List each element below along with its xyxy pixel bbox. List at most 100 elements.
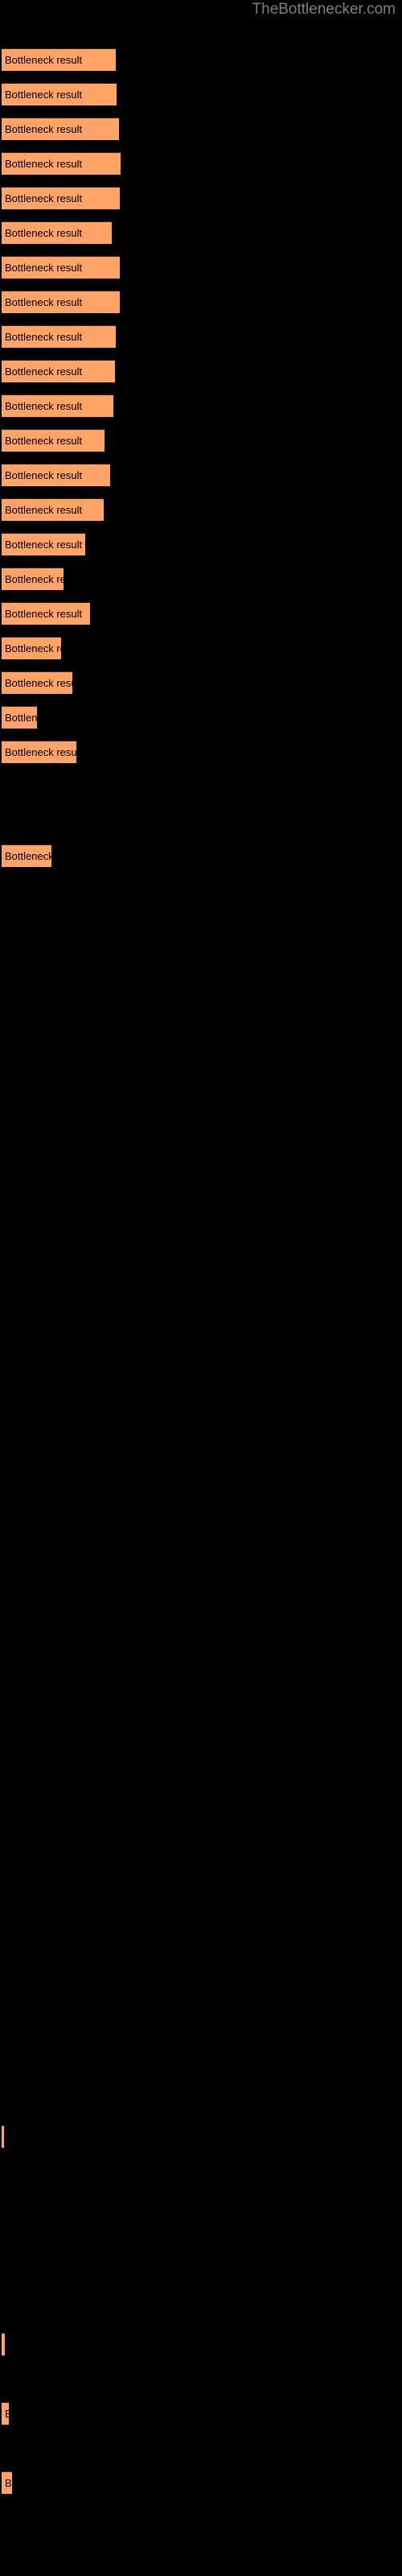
bar-label-clip: Bottleneck result: [2, 603, 90, 625]
bar-label: Bottleneck result: [5, 296, 83, 308]
bottleneck-bar-chart: TheBottlenecker.com Bottleneck result Bot…: [0, 0, 402, 2576]
bar-label-clip: Bottleneck result: [2, 188, 120, 209]
bar-row: Bottleneck result: [2, 394, 113, 417]
bar-row: Bottleneck result: [2, 2471, 12, 2494]
bar-label-clip: Bottleneck result: [2, 326, 116, 348]
bar: Bottleneck result: [2, 291, 120, 313]
bar-label: Bottleneck result: [5, 573, 64, 585]
bar-label-clip: Bottleneck result: [2, 707, 37, 729]
bar: Bottleneck result: [2, 464, 110, 486]
bar-label: Bottleneck result: [5, 642, 61, 654]
bar-row: Bottleneck result: [2, 325, 116, 348]
bar: Bottleneck result: [2, 741, 76, 763]
bar-label: Bottleneck result: [5, 2403, 9, 2425]
bar-label-clip: Bottleneck result: [2, 153, 121, 175]
bar: Bottleneck result: [2, 2471, 12, 2494]
bar-label: Bottleneck result: [5, 850, 51, 862]
bar-label-clip: Bottleneck result: [2, 2126, 4, 2148]
bar-label-clip: Bottleneck result: [2, 638, 61, 659]
bar-row: Bottleneck result: [2, 741, 76, 763]
bar-row: Bottleneck result: [2, 671, 72, 694]
bar-row: Bottleneck result: [2, 48, 116, 71]
bar-label-clip: Bottleneck result: [2, 49, 116, 71]
bar: Bottleneck result: [2, 602, 90, 625]
bar-row: Bottleneck result: [2, 844, 51, 867]
bar-label-clip: Bottleneck result: [2, 257, 120, 279]
plot-area: Bottleneck result Bottleneck result Bottle…: [0, 0, 402, 2576]
bar-label-clip: Bottleneck result: [2, 672, 72, 694]
bar-row: Bottleneck result: [2, 187, 120, 209]
bar-label-clip: Bottleneck result: [2, 568, 64, 590]
bar-label: Bottleneck result: [5, 158, 83, 170]
bar-label-clip: Bottleneck result: [2, 84, 117, 105]
bar-label-clip: Bottleneck result: [2, 361, 115, 382]
bar-row: Bottleneck result: [2, 118, 119, 140]
bar-label-clip: Bottleneck result: [2, 222, 112, 244]
bar-label: Bottleneck result: [5, 677, 72, 689]
bar: Bottleneck result: [2, 429, 105, 452]
bar: Bottleneck result: [2, 671, 72, 694]
bar-label-clip: Bottleneck result: [2, 395, 113, 417]
bar-label: Bottleneck result: [5, 192, 83, 204]
bar-label-clip: Bottleneck result: [2, 845, 51, 867]
bar: Bottleneck result: [2, 568, 64, 590]
bar-label-clip: Bottleneck result: [2, 2472, 12, 2494]
bar-label-clip: Bottleneck result: [2, 2334, 5, 2355]
bar-row: Bottleneck result: [2, 360, 115, 382]
bar-label-clip: Bottleneck result: [2, 291, 120, 313]
bar-label: Bottleneck result: [5, 2477, 12, 2489]
bar: Bottleneck result: [2, 394, 113, 417]
bar-label-clip: Bottleneck result: [2, 118, 119, 140]
bar-row: Bottleneck result: [2, 533, 85, 555]
bar-label: Bottleneck result: [5, 504, 83, 516]
bar-label: Bottleneck result: [5, 123, 83, 135]
bar: Bottleneck result: [2, 2333, 5, 2355]
bar: Bottleneck result: [2, 256, 120, 279]
bar-row: Bottleneck result: [2, 464, 110, 486]
bar-row: Bottleneck result: [2, 152, 121, 175]
bar-row: Bottleneck result: [2, 221, 112, 244]
bar-row: Bottleneck result: [2, 83, 117, 105]
bar-label: Bottleneck result: [5, 435, 83, 447]
bar-label: Bottleneck result: [5, 54, 83, 66]
bar: Bottleneck result: [2, 118, 119, 140]
bar: Bottleneck result: [2, 533, 85, 555]
bar: Bottleneck result: [2, 360, 115, 382]
bar: Bottleneck result: [2, 637, 61, 659]
bar-row: Bottleneck result: [2, 568, 64, 590]
bar: Bottleneck result: [2, 844, 51, 867]
bar-row: Bottleneck result: [2, 498, 104, 521]
bar-label: Bottleneck result: [5, 227, 83, 239]
bar-label: Bottleneck result: [5, 365, 83, 378]
bar: Bottleneck result: [2, 83, 117, 105]
bar-label-clip: Bottleneck result: [2, 534, 85, 555]
bar-row: Bottleneck result: [2, 637, 61, 659]
bar-row: Bottleneck result: [2, 256, 120, 279]
bar-row: Bottleneck result: [2, 602, 90, 625]
bar-label: Bottleneck result: [5, 746, 76, 758]
bar-row: Bottleneck result: [2, 2333, 5, 2355]
bar: Bottleneck result: [2, 187, 120, 209]
bar: Bottleneck result: [2, 498, 104, 521]
bar-label: Bottleneck result: [5, 539, 83, 551]
bar-label: Bottleneck result: [5, 400, 83, 412]
bar: Bottleneck result: [2, 325, 116, 348]
bar-label-clip: Bottleneck result: [2, 430, 105, 452]
bar: Bottleneck result: [2, 221, 112, 244]
bar-label: Bottleneck result: [5, 89, 83, 101]
bar: Bottleneck result: [2, 2402, 9, 2425]
bar-label: Bottleneck result: [5, 331, 83, 343]
bar: Bottleneck result: [2, 706, 37, 729]
bar-label: Bottleneck result: [5, 262, 83, 274]
bar-label: Bottleneck result: [5, 469, 83, 481]
bar-label: Bottleneck result: [5, 608, 83, 620]
bar: Bottleneck result: [2, 48, 116, 71]
bar-label-clip: Bottleneck result: [2, 499, 104, 521]
bar: Bottleneck result: [2, 2125, 4, 2148]
bar-label: Bottleneck result: [5, 712, 37, 724]
bar-row: Bottleneck result: [2, 429, 105, 452]
bar-row: Bottleneck result: [2, 2125, 4, 2148]
bar-label-clip: Bottleneck result: [2, 741, 76, 763]
bar-row: Bottleneck result: [2, 291, 120, 313]
bar: Bottleneck result: [2, 152, 121, 175]
